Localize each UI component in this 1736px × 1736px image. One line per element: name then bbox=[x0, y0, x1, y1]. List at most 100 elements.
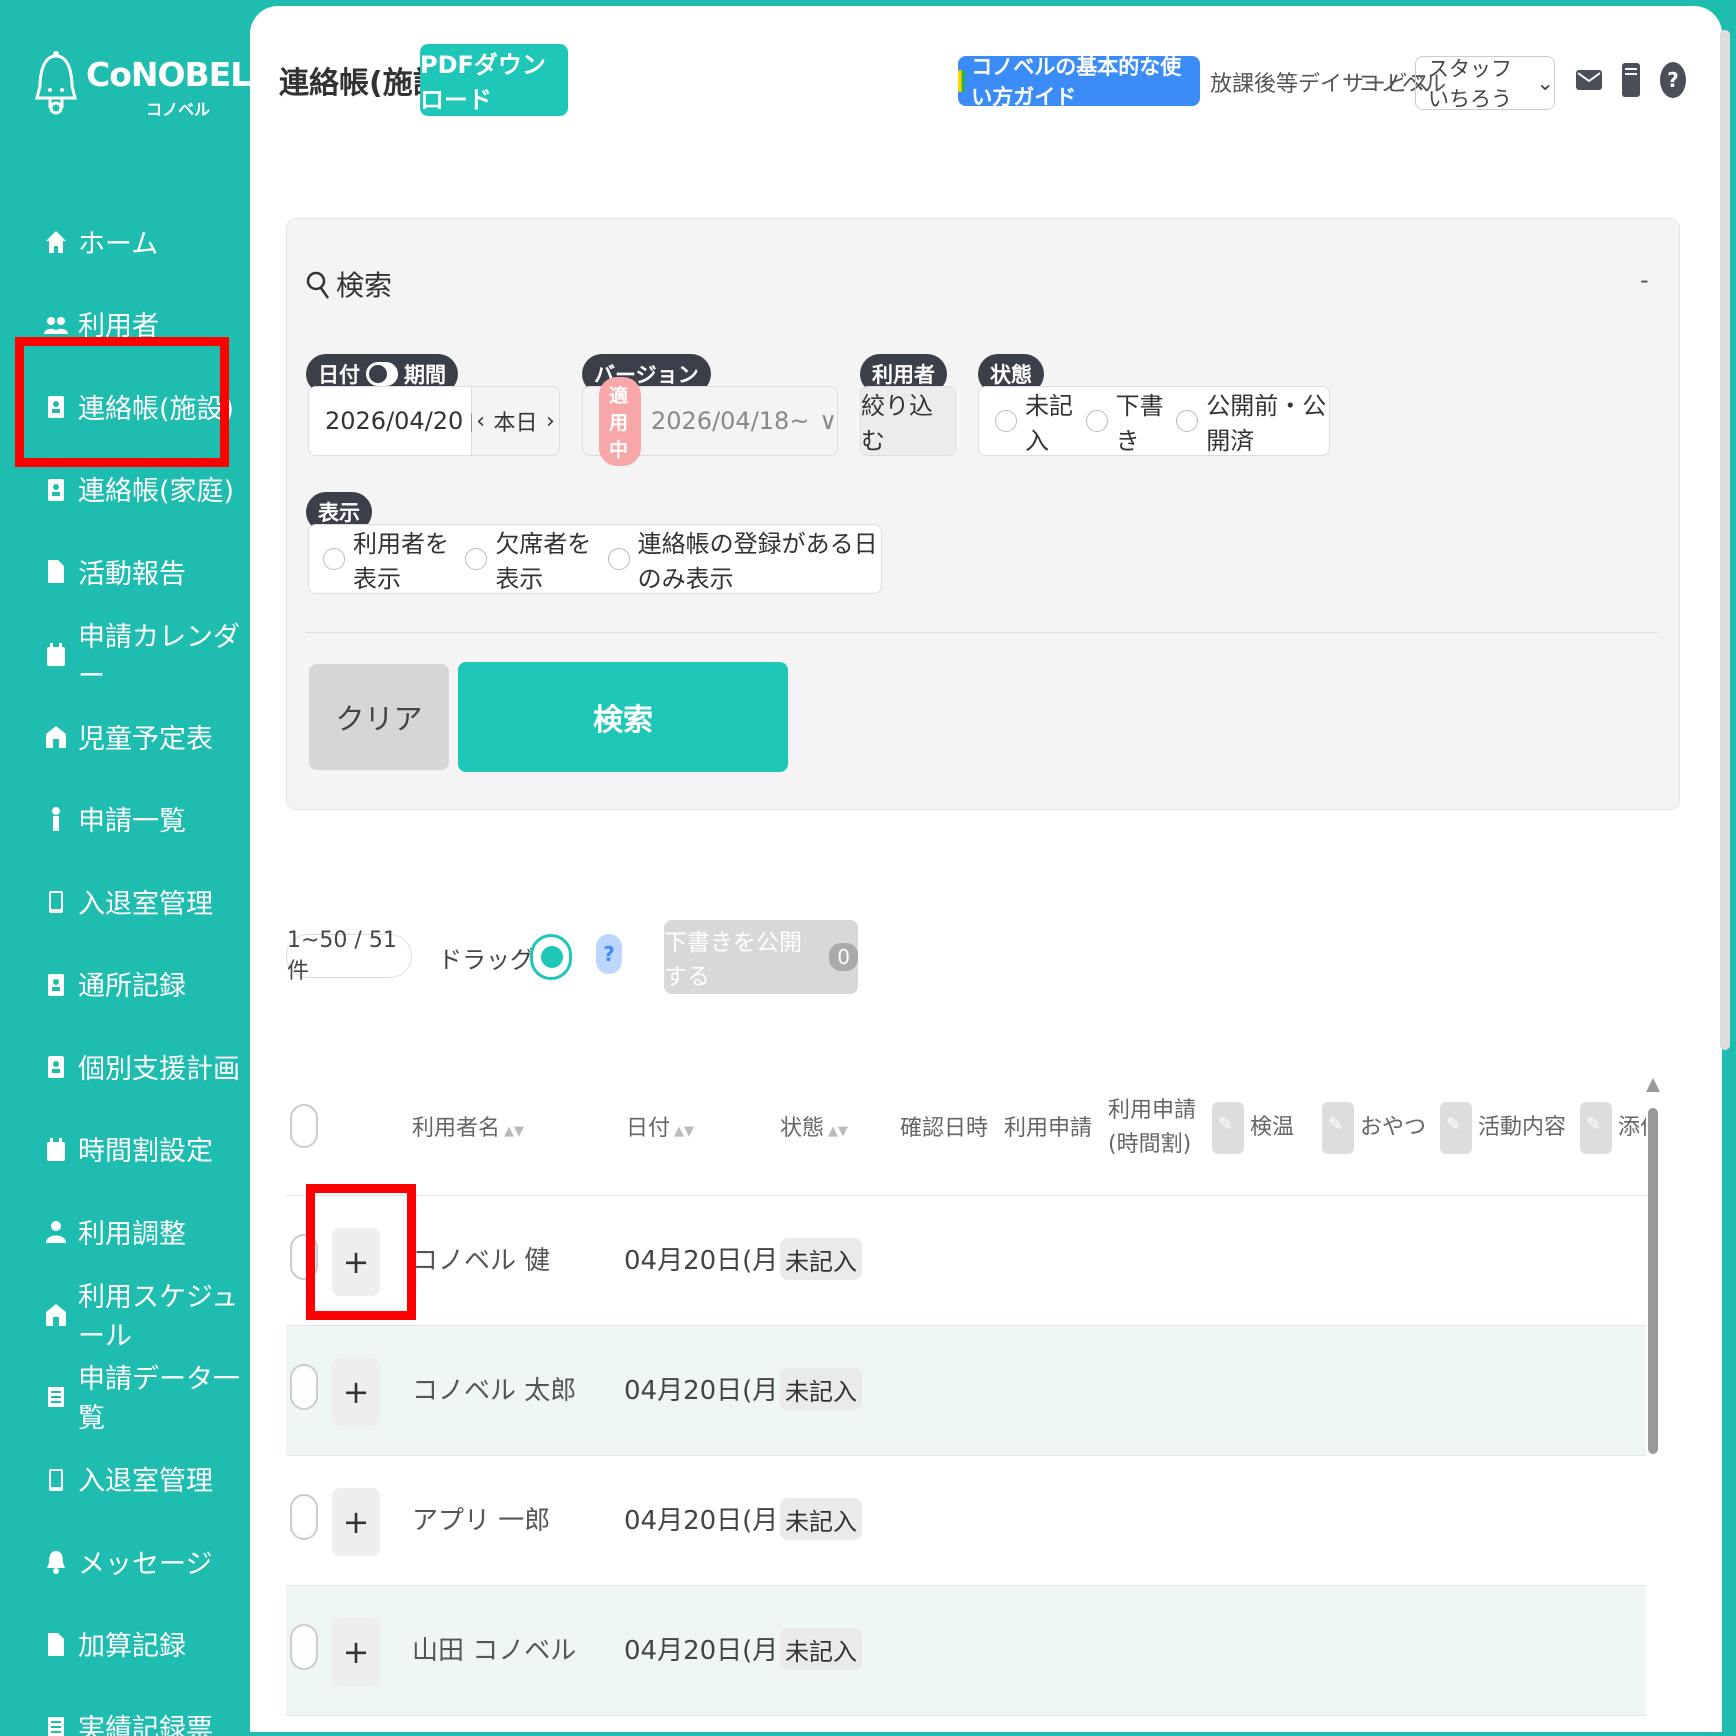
sidebar-item-support-plan[interactable]: 個別支援計画 bbox=[0, 1025, 250, 1108]
add-entry-button[interactable]: + bbox=[332, 1618, 380, 1686]
sidebar-item-addition-record[interactable]: 加算記録 bbox=[0, 1603, 250, 1686]
bell-icon bbox=[44, 1547, 68, 1575]
add-entry-button[interactable]: + bbox=[332, 1358, 380, 1426]
sidebar-item-label: 利用スケジュール bbox=[78, 1281, 239, 1352]
result-count: 1~50 / 51 件 bbox=[286, 928, 412, 984]
row-checkbox[interactable] bbox=[290, 1494, 318, 1540]
status-badge: 未記入 bbox=[780, 1238, 862, 1280]
sidebar-item-label: 入退室管理 bbox=[78, 888, 213, 920]
sidebar-item-messages[interactable]: メッセージ bbox=[0, 1520, 250, 1603]
drag-toggle[interactable] bbox=[530, 934, 572, 980]
sidebar-item-timetable[interactable]: 時間割設定 bbox=[0, 1108, 250, 1191]
col-confirmed: 確認日時 bbox=[900, 1116, 989, 1141]
tablet-icon bbox=[44, 887, 68, 915]
display-radio-registered[interactable] bbox=[607, 548, 630, 570]
search-button[interactable]: 検索 bbox=[458, 662, 788, 772]
sidebar-item-room-management-2[interactable]: 入退室管理 bbox=[0, 1438, 250, 1521]
collapse-button[interactable]: - bbox=[1640, 266, 1649, 294]
search-icon bbox=[306, 271, 330, 299]
state-radio-published[interactable] bbox=[1176, 410, 1199, 432]
sidebar-item-request-data[interactable]: 申請データ一覧 bbox=[0, 1355, 250, 1438]
sidebar-item-label: 時間割設定 bbox=[78, 1136, 213, 1168]
period-tag-label: 期間 bbox=[404, 363, 446, 387]
display-filter: 利用者を表示 欠席者を表示 連絡帳の登録がある日のみ表示 bbox=[308, 524, 882, 594]
gear-people-icon bbox=[44, 1217, 68, 1245]
calendar-icon bbox=[44, 1135, 68, 1163]
drag-help-icon[interactable]: ? bbox=[596, 934, 622, 974]
edit-icon bbox=[1212, 1102, 1244, 1154]
sidebar-item-label: 児童予定表 bbox=[78, 723, 213, 755]
sidebar-item-label: 個別支援計画 bbox=[78, 1053, 240, 1085]
sidebar-item-request-calendar[interactable]: 申請カレンダー bbox=[0, 613, 250, 696]
display-radio-absent[interactable] bbox=[465, 548, 488, 570]
today-button[interactable]: 本日 bbox=[493, 405, 537, 437]
table-row: + 山田 コノベル 04月20日(月) 未記入 bbox=[286, 1586, 1646, 1716]
staff-select-value: スタッフ いちろう bbox=[1428, 57, 1512, 111]
sidebar-item-label: 申請一覧 bbox=[78, 806, 186, 838]
table-icon bbox=[44, 1712, 68, 1736]
sidebar-item-usage-schedule[interactable]: 利用スケジュール bbox=[0, 1273, 250, 1356]
col-status[interactable]: 状態 ▲▼ bbox=[780, 1110, 848, 1142]
applied-badge: 適用中 bbox=[599, 376, 641, 466]
user-name[interactable]: コノベル 健 bbox=[412, 1240, 550, 1277]
document-icon bbox=[44, 557, 68, 585]
user-name[interactable]: 山田 コノベル bbox=[412, 1630, 576, 1667]
highlight-box-sidebar bbox=[15, 337, 229, 467]
col-activity[interactable]: 活動内容 bbox=[1440, 1102, 1566, 1154]
staff-select[interactable]: スタッフ いちろう ⌄ bbox=[1415, 56, 1555, 111]
row-checkbox[interactable] bbox=[290, 1624, 318, 1670]
brand-logo[interactable]: CoNOBELL コノベル bbox=[34, 50, 271, 124]
manual-book-icon[interactable] bbox=[1616, 60, 1646, 100]
sidebar-item-performance-record[interactable]: 実績記録票 bbox=[0, 1685, 250, 1736]
date-mode-switch[interactable] bbox=[366, 362, 398, 386]
next-day-button[interactable]: › bbox=[546, 409, 555, 434]
select-all-checkbox[interactable] bbox=[290, 1104, 318, 1148]
sidebar-item-attendance-record[interactable]: 通所記録 bbox=[0, 943, 250, 1026]
sidebar-item-child-schedule[interactable]: 児童予定表 bbox=[0, 695, 250, 778]
edit-icon bbox=[1580, 1102, 1612, 1154]
user-name[interactable]: アプリ 一郎 bbox=[412, 1500, 550, 1537]
sidebar-item-usage-adjust[interactable]: 利用調整 bbox=[0, 1190, 250, 1273]
chevron-down-icon: ⌄ bbox=[1536, 71, 1554, 95]
status-badge: 未記入 bbox=[780, 1498, 862, 1540]
col-snack[interactable]: おやつ bbox=[1322, 1102, 1426, 1154]
col-snack-label: おやつ bbox=[1360, 1115, 1427, 1140]
publish-drafts-button[interactable]: 下書きを公開する 0 bbox=[664, 920, 858, 994]
display-radio-users[interactable] bbox=[323, 548, 345, 570]
sidebar-item-room-management[interactable]: 入退室管理 bbox=[0, 860, 250, 943]
prev-day-button[interactable]: ‹ bbox=[476, 409, 485, 434]
clear-button[interactable]: クリア bbox=[309, 664, 449, 770]
user-name[interactable]: コノベル 太郎 bbox=[412, 1370, 576, 1407]
filter-users-button[interactable]: 絞り込む bbox=[860, 386, 956, 456]
sidebar-item-home[interactable]: ホーム bbox=[0, 200, 250, 283]
state-radio-draft[interactable] bbox=[1085, 410, 1108, 432]
guide-button[interactable]: コノベルの基本的な使い方ガイド bbox=[958, 55, 1200, 109]
scroll-up-arrow[interactable] bbox=[1646, 1078, 1660, 1092]
col-name[interactable]: 利用者名 ▲▼ bbox=[412, 1110, 524, 1142]
add-entry-button[interactable]: + bbox=[332, 1488, 380, 1556]
col-request-timetable-line2: (時間割) bbox=[1108, 1132, 1192, 1157]
table-row: + コノベル 健 04月20日(月) 未記入 bbox=[286, 1196, 1646, 1326]
display-label: 利用者を表示 bbox=[353, 530, 449, 593]
col-date[interactable]: 日付 ▲▼ bbox=[626, 1110, 694, 1142]
help-icon[interactable]: ? bbox=[1658, 60, 1688, 100]
col-attach[interactable]: 添付 bbox=[1580, 1102, 1646, 1154]
sidebar-item-label: ホーム bbox=[78, 228, 159, 260]
page-scrollbar[interactable] bbox=[1720, 30, 1730, 1050]
table-scrollbar[interactable] bbox=[1648, 1108, 1658, 1454]
date-input[interactable]: 2026/04/20 ▮ bbox=[308, 386, 483, 456]
divider bbox=[306, 632, 1658, 633]
sidebar-item-request-list[interactable]: 申請一覧 bbox=[0, 778, 250, 861]
state-radio-unwritten[interactable] bbox=[995, 410, 1017, 432]
col-request-timetable: 利用申請 (時間割) bbox=[1108, 1094, 1196, 1162]
col-temp[interactable]: 検温 bbox=[1212, 1102, 1294, 1154]
row-checkbox[interactable] bbox=[290, 1364, 318, 1410]
notebook-icon bbox=[44, 1052, 68, 1080]
mail-icon[interactable] bbox=[1574, 60, 1604, 100]
pdf-download-button[interactable]: PDFダウンロード bbox=[420, 44, 568, 116]
users-icon bbox=[44, 310, 68, 338]
school-icon bbox=[44, 722, 68, 750]
sidebar-item-activity-report[interactable]: 活動報告 bbox=[0, 530, 250, 613]
row-date: 04月20日(月) bbox=[624, 1246, 789, 1276]
version-select[interactable]: 適用中 2026/04/18~ ∨ bbox=[582, 376, 838, 466]
